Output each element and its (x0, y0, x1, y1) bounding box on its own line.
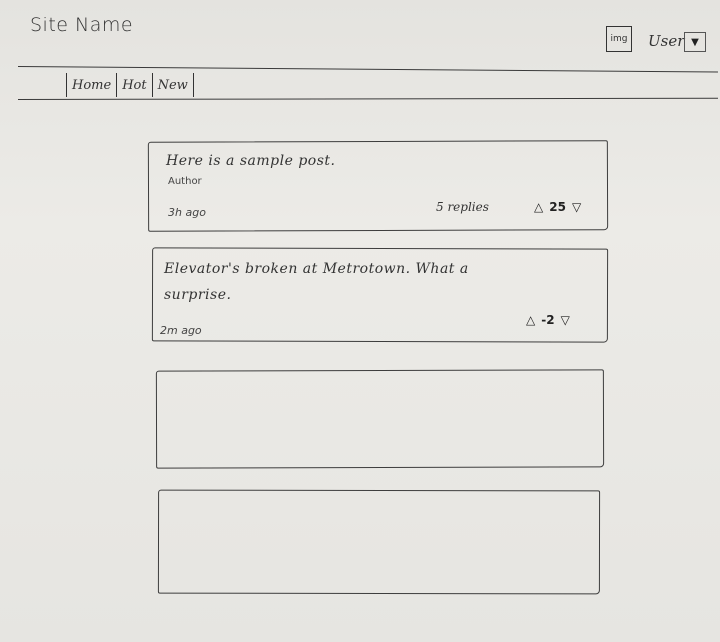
post-card-placeholder[interactable] (155, 369, 605, 469)
site-name[interactable]: Site Name (30, 14, 133, 36)
post-author[interactable]: Author (168, 176, 202, 187)
nav-bar-bottom-border (17, 97, 718, 100)
tab-home[interactable]: Home (66, 73, 116, 97)
post-score: 25 (549, 200, 566, 214)
post-text-line-2: surprise. (164, 287, 232, 303)
post-card-placeholder[interactable] (157, 489, 601, 595)
nav-bar: Home Hot New (66, 72, 194, 98)
upvote-arrow-icon[interactable]: △ (534, 201, 543, 213)
post-timestamp: 3h ago (168, 206, 206, 219)
post-vote-controls: △ 25 ▽ (534, 200, 581, 214)
tab-hot[interactable]: Hot (116, 73, 151, 97)
post-replies-link[interactable]: 5 replies (436, 200, 489, 214)
downvote-arrow-icon[interactable]: ▽ (572, 201, 581, 213)
triangle-down-icon: ▼ (691, 36, 699, 48)
post-timestamp: 2m ago (160, 324, 202, 337)
user-menu-label[interactable]: User (648, 32, 684, 50)
user-avatar-image[interactable]: img (606, 26, 632, 52)
downvote-arrow-icon[interactable]: ▽ (561, 314, 570, 326)
user-menu-dropdown[interactable]: ▼ (684, 32, 706, 52)
avatar-placeholder-label: img (610, 34, 628, 44)
post-text: Here is a sample post. (166, 153, 336, 169)
upvote-arrow-icon[interactable]: △ (526, 314, 535, 326)
post-score: -2 (541, 313, 555, 327)
post-text-line-1: Elevator's broken at Metrotown. What a (164, 261, 469, 277)
post-vote-controls: △ -2 ▽ (526, 313, 570, 327)
tab-new[interactable]: New (151, 73, 194, 97)
